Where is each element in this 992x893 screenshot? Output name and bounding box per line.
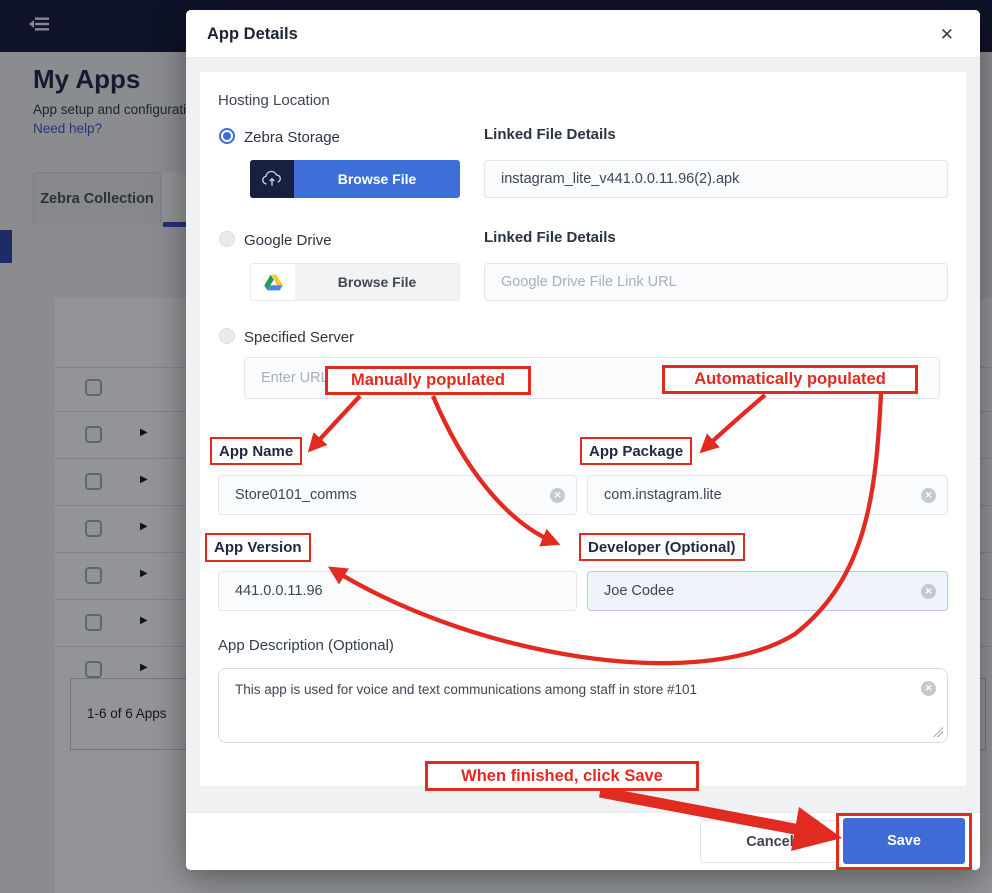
radio-label-specified-server: Specified Server: [244, 329, 354, 346]
linked-file-details-label-2: Linked File Details: [484, 229, 616, 246]
app-name-label: App Name: [210, 437, 302, 465]
radio-specified-server[interactable]: [219, 328, 235, 344]
modal-title: App Details: [207, 25, 298, 44]
gdrive-link-input[interactable]: [484, 263, 948, 301]
screen: My Apps App setup and configuration Need…: [0, 0, 992, 893]
app-description-textarea[interactable]: This app is used for voice and text comm…: [218, 668, 948, 743]
app-description-label: App Description (Optional): [218, 637, 394, 654]
browse-file-label: Browse File: [295, 264, 459, 300]
app-name-input[interactable]: [218, 475, 577, 515]
hosting-location-label: Hosting Location: [218, 92, 330, 109]
app-details-modal: App Details ✕ Hosting Location Zebra Sto…: [186, 10, 980, 870]
description-field-wrap: This app is used for voice and text comm…: [218, 668, 948, 743]
browse-file-label: Browse File: [294, 160, 460, 198]
radio-label-google-drive: Google Drive: [244, 232, 332, 249]
app-version-label: App Version: [205, 533, 311, 562]
app-version-input[interactable]: [218, 571, 577, 611]
developer-field-wrap: ✕: [587, 571, 948, 611]
clear-field-icon[interactable]: ✕: [550, 488, 565, 503]
annotation-automatically-populated: Automatically populated: [662, 365, 918, 394]
linked-file-input-zebra[interactable]: [484, 160, 948, 198]
linked-file-details-label-1: Linked File Details: [484, 126, 616, 143]
app-name-field-wrap: ✕: [218, 475, 577, 515]
developer-label: Developer (Optional): [579, 533, 745, 561]
radio-label-zebra-storage: Zebra Storage: [244, 129, 340, 146]
clear-field-icon[interactable]: ✕: [921, 681, 936, 696]
app-package-input[interactable]: [587, 475, 948, 515]
browse-file-button-zebra[interactable]: Browse File: [250, 160, 460, 198]
clear-field-icon[interactable]: ✕: [921, 584, 936, 599]
radio-zebra-storage[interactable]: [219, 128, 235, 144]
clear-field-icon[interactable]: ✕: [921, 488, 936, 503]
linked-file-field-wrap: [484, 160, 948, 198]
annotation-save-note: When finished, click Save: [425, 761, 699, 791]
browse-file-button-gdrive[interactable]: Browse File: [250, 263, 460, 301]
app-package-label: App Package: [580, 437, 692, 465]
google-drive-icon: [251, 264, 295, 300]
modal-header: App Details ✕: [186, 10, 980, 58]
cloud-upload-icon: [250, 160, 294, 198]
app-version-field-wrap: [218, 571, 577, 611]
cancel-button[interactable]: Cancel: [700, 820, 840, 863]
close-icon[interactable]: ✕: [938, 23, 956, 47]
annotation-save-highlight-box: [836, 813, 972, 870]
radio-google-drive[interactable]: [219, 231, 235, 247]
resize-handle[interactable]: [933, 727, 943, 737]
developer-input[interactable]: [587, 571, 948, 611]
app-package-field-wrap: ✕: [587, 475, 948, 515]
gdrive-link-field-wrap: [484, 263, 948, 301]
annotation-manually-populated: Manually populated: [325, 366, 531, 395]
